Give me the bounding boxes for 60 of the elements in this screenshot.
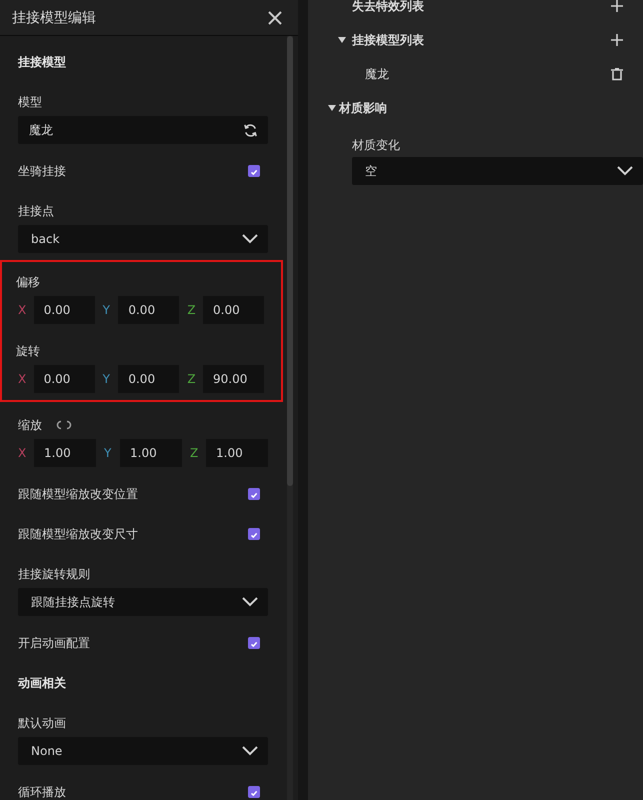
field-label: 挂接点: [18, 203, 54, 220]
number-field[interactable]: 0.00: [34, 365, 95, 393]
axis-label: Y: [104, 446, 112, 460]
field-label: 缩放: [18, 417, 42, 434]
axis-label: X: [18, 303, 28, 317]
category-heading[interactable]: 材质影响: [339, 100, 387, 116]
number-field[interactable]: 1.00: [120, 439, 182, 467]
axis-label: Z: [187, 303, 197, 317]
chevron-down-icon: [242, 746, 258, 756]
field-label: 默认动画: [18, 715, 66, 732]
trash-icon[interactable]: [611, 68, 623, 80]
field-label: 材质变化: [352, 138, 400, 152]
field-label: 偏移: [16, 274, 40, 291]
checkbox[interactable]: [248, 786, 260, 798]
refresh-icon[interactable]: [243, 122, 258, 138]
checkbox-label: 跟随模型缩放改变尺寸: [18, 526, 138, 542]
chevron-down-icon: [617, 166, 633, 176]
checkbox-label: 跟随模型缩放改变位置: [18, 486, 138, 502]
section-heading: 挂接模型: [16, 54, 67, 71]
number-field[interactable]: 90.00: [203, 365, 264, 393]
expand-triangle-icon[interactable]: [328, 104, 336, 112]
checkbox-label: 循环播放: [18, 784, 66, 800]
axis-label: Y: [102, 372, 112, 386]
dropdown[interactable]: 空: [352, 157, 643, 185]
number-field[interactable]: 0.00: [118, 296, 180, 324]
field-label: 模型: [18, 94, 42, 111]
link-icon[interactable]: [56, 420, 72, 430]
plus-icon[interactable]: [611, 0, 623, 12]
number-field[interactable]: 0.00: [118, 365, 180, 393]
checkbox[interactable]: [248, 488, 260, 500]
model-field[interactable]: 魔龙: [18, 116, 268, 144]
section-heading: 动画相关: [16, 675, 67, 692]
number-field[interactable]: 1.00: [206, 439, 268, 467]
field-label: 挂接旋转规则: [18, 566, 90, 583]
dropdown[interactable]: None: [18, 737, 268, 765]
scrollbar[interactable]: [287, 36, 293, 486]
expand-triangle-icon[interactable]: [338, 36, 346, 44]
number-field[interactable]: 1.00: [34, 439, 96, 467]
axis-label: Z: [187, 372, 197, 386]
chevron-down-icon: [242, 597, 258, 607]
plus-icon[interactable]: [611, 34, 623, 46]
field-label: 旋转: [16, 343, 40, 360]
axis-label: Z: [190, 446, 200, 460]
dropdown[interactable]: back: [18, 225, 268, 253]
dialog-title: 挂接模型编辑: [12, 8, 96, 26]
checkbox[interactable]: [248, 165, 260, 177]
list-heading[interactable]: 挂接模型列表: [352, 32, 424, 48]
checkbox-label: 坐骑挂接: [18, 162, 66, 180]
dropdown[interactable]: 跟随挂接点旋转: [18, 588, 268, 616]
number-field[interactable]: 0.00: [34, 296, 95, 324]
list-item[interactable]: 魔龙: [365, 66, 389, 82]
checkbox[interactable]: [248, 637, 260, 649]
axis-label: X: [18, 372, 28, 386]
axis-label: X: [18, 446, 28, 460]
number-field[interactable]: 0.00: [203, 296, 264, 324]
axis-label: Y: [102, 303, 112, 317]
checkbox[interactable]: [248, 528, 260, 540]
chevron-down-icon: [242, 234, 258, 244]
close-icon[interactable]: [268, 10, 282, 24]
checkbox-label: 开启动画配置: [18, 634, 90, 652]
